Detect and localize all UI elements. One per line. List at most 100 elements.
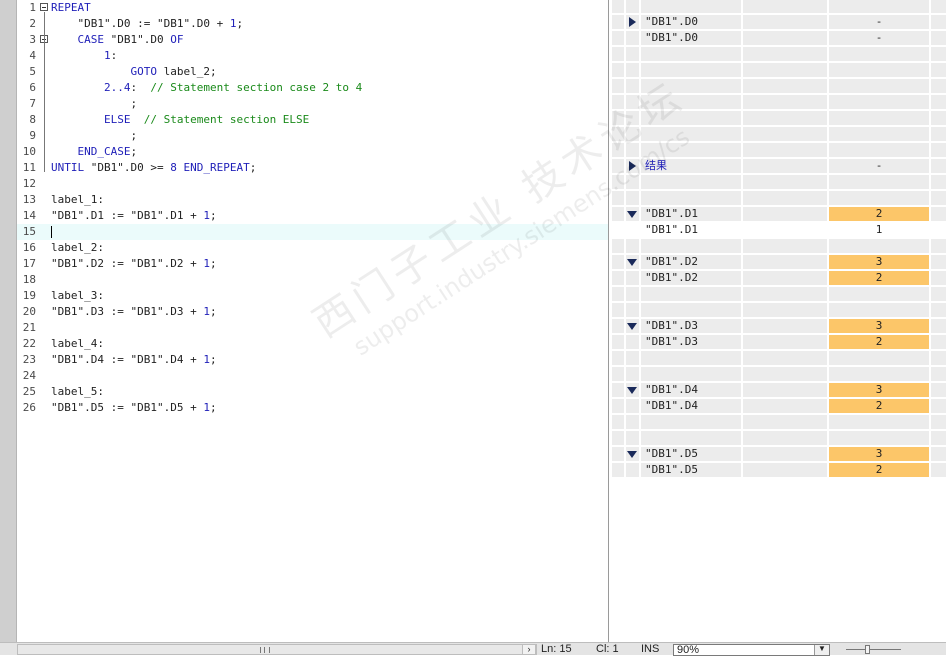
monitor-cell — [743, 399, 827, 413]
monitor-value — [829, 95, 929, 109]
monitor-cell — [931, 47, 946, 61]
monitor-arrow-cell — [626, 431, 639, 445]
zoom-value: 90% — [677, 644, 700, 656]
monitor-cell — [612, 127, 624, 141]
code-token: : — [130, 81, 151, 94]
monitor-cell — [743, 95, 827, 109]
line-number: 21 — [22, 321, 36, 334]
code-text: "DB1".D0 := "DB1".D0 + 1; — [51, 16, 243, 32]
code-line[interactable]: 13 label_1: — [17, 192, 608, 208]
operand-name: "DB1".D4 — [645, 383, 698, 396]
zoom-slider-thumb[interactable] — [865, 645, 870, 654]
monitor-value — [829, 143, 929, 157]
code-line[interactable]: 26 "DB1".D5 := "DB1".D5 + 1; — [17, 400, 608, 416]
code-keyword: 1 — [103, 49, 111, 62]
triangle-down-icon[interactable] — [627, 451, 637, 458]
code-line[interactable]: 2 "DB1".D0 := "DB1".D0 + 1; — [17, 16, 608, 32]
code-line[interactable]: 15 — [17, 224, 608, 240]
code-line[interactable]: 20 "DB1".D3 := "DB1".D3 + 1; — [17, 304, 608, 320]
code-line[interactable]: 10 END_CASE; — [17, 144, 608, 160]
triangle-down-icon[interactable] — [627, 211, 637, 218]
monitor-cell — [612, 463, 624, 477]
monitor-value — [829, 351, 929, 365]
code-line[interactable]: 19 label_3: — [17, 288, 608, 304]
zoom-select[interactable]: 90% ▼ — [673, 644, 830, 656]
monitor-operand — [641, 239, 741, 253]
operand-value: - — [875, 31, 883, 44]
code-line[interactable]: 11 UNTIL "DB1".D0 >= 8 END_REPEAT; — [17, 160, 608, 176]
triangle-down-icon[interactable] — [627, 323, 637, 330]
monitor-cell — [743, 0, 827, 13]
code-line[interactable]: 22 label_4: — [17, 336, 608, 352]
monitor-cell — [743, 463, 827, 477]
code-line[interactable]: 1 REPEAT — [17, 0, 608, 16]
code-line[interactable]: 25 label_5: — [17, 384, 608, 400]
code-text: REPEAT — [51, 0, 91, 16]
code-line[interactable]: 23 "DB1".D4 := "DB1".D4 + 1; — [17, 352, 608, 368]
code-line[interactable]: 24 — [17, 368, 608, 384]
triangle-right-icon[interactable] — [629, 161, 636, 171]
code-keyword: REPEAT — [51, 1, 91, 14]
monitor-cell — [612, 95, 624, 109]
zoom-slider-track[interactable] — [846, 649, 901, 650]
code-line[interactable]: 16 label_2: — [17, 240, 608, 256]
code-line[interactable]: 5 GOTO label_2; — [17, 64, 608, 80]
code-line[interactable]: 3 CASE "DB1".D0 OF — [17, 32, 608, 48]
code-line[interactable]: 7 ; — [17, 96, 608, 112]
code-line[interactable]: 14 "DB1".D1 := "DB1".D1 + 1; — [17, 208, 608, 224]
code-text: "DB1".D3 := "DB1".D3 + 1; — [51, 304, 217, 320]
monitor-row — [609, 142, 946, 158]
code-text: label_1: — [51, 192, 104, 208]
monitor-arrow-cell — [626, 463, 639, 477]
monitor-row — [609, 366, 946, 382]
collapse-icon[interactable] — [40, 3, 48, 11]
code-line[interactable]: 21 — [17, 320, 608, 336]
code-text: "DB1".D1 := "DB1".D1 + 1; — [51, 208, 217, 224]
code-token: label_3: — [51, 289, 104, 302]
monitor-cell — [612, 47, 624, 61]
horizontal-scrollbar[interactable] — [17, 644, 537, 655]
line-number: 10 — [22, 145, 36, 158]
line-number: 11 — [22, 161, 36, 174]
operand-value: 2 — [875, 271, 883, 284]
monitor-operand — [641, 303, 741, 317]
code-line[interactable]: 8 ELSE // Statement section ELSE — [17, 112, 608, 128]
monitor-row — [609, 238, 946, 254]
monitor-cell — [931, 143, 946, 157]
code-line[interactable]: 12 — [17, 176, 608, 192]
triangle-down-icon[interactable] — [627, 259, 637, 266]
code-token: ; — [209, 401, 217, 414]
code-token: label_2: — [51, 241, 104, 254]
monitor-value: - — [829, 159, 929, 173]
monitor-value — [829, 0, 929, 13]
monitor-row: "DB1".D5 2 — [609, 462, 946, 478]
code-line[interactable]: 4 1: — [17, 48, 608, 64]
monitor-value: 3 — [829, 255, 929, 269]
code-editor[interactable]: 1 REPEAT 2 "DB1".D0 := "DB1".D0 + 1; 3 CASE… — [17, 0, 608, 642]
monitor-cell — [743, 303, 827, 317]
monitor-operand — [641, 191, 741, 205]
scrollbar-thumb[interactable] — [260, 647, 270, 653]
monitor-operand — [641, 415, 741, 429]
operand-value: 2 — [875, 207, 883, 220]
insert-mode-indicator[interactable]: INS — [641, 643, 659, 656]
code-line[interactable]: 18 — [17, 272, 608, 288]
monitor-value: 3 — [829, 447, 929, 461]
monitor-operand: "DB1".D3 — [641, 319, 741, 333]
operand-name: "DB1".D4 — [645, 399, 698, 412]
monitor-cell — [743, 63, 827, 77]
operand-name: 结果 — [645, 159, 667, 172]
triangle-right-icon[interactable] — [629, 17, 636, 27]
code-keyword: 1 — [203, 209, 210, 222]
monitor-cell — [612, 143, 624, 157]
code-line[interactable]: 6 2..4: // Statement section case 2 to 4 — [17, 80, 608, 96]
code-line[interactable]: 17 "DB1".D2 := "DB1".D2 + 1; — [17, 256, 608, 272]
monitor-arrow-cell — [626, 383, 639, 397]
scroll-right-arrow-icon[interactable]: › — [522, 644, 536, 655]
code-token: ; — [130, 145, 138, 158]
code-line[interactable]: 9 ; — [17, 128, 608, 144]
monitor-operand — [641, 127, 741, 141]
monitor-cell — [931, 111, 946, 125]
triangle-down-icon[interactable] — [627, 387, 637, 394]
